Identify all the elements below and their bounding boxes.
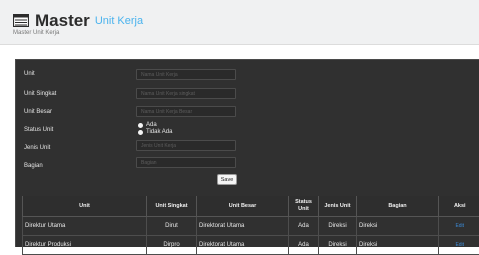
cell-aksi: Edit xyxy=(439,217,479,236)
column-header-unit-besar: Unit Besar xyxy=(197,196,289,217)
column-header-aksi: Aksi xyxy=(439,196,479,217)
edit-link[interactable]: Edit xyxy=(441,223,479,229)
page-title: Master xyxy=(35,12,90,29)
unit-kerja-form-panel: Unit Nama Unit Kerja Unit Singkat Nama U… xyxy=(15,59,479,247)
cell-bagian: Direksi xyxy=(357,217,439,236)
unit-besar-input[interactable]: Nama Unit Kerja Besar xyxy=(136,106,236,117)
column-header-unit-singkat: Unit Singkat xyxy=(147,196,197,217)
cell-jenis-unit: Direksi xyxy=(319,236,357,255)
cell-unit: Direktur Produksi xyxy=(23,236,147,255)
table-icon xyxy=(13,14,29,27)
cell-status-unit: Ada xyxy=(289,236,319,255)
table-header-row: Unit Unit Singkat Unit Besar Status Unit… xyxy=(23,196,479,217)
page-subtitle: Unit Kerja xyxy=(95,13,143,30)
cell-aksi: Edit xyxy=(439,236,479,255)
cell-unit-besar: Direktorat Utama xyxy=(197,236,289,255)
unit-singkat-label: Unit Singkat xyxy=(24,91,56,97)
table-row: Direktur Utama Dirut Direktorat Utama Ad… xyxy=(23,217,479,236)
cell-unit-singkat: Dirpro xyxy=(147,236,197,255)
cell-unit-besar: Direktorat Utama xyxy=(197,217,289,236)
status-unit-label: Status Unit xyxy=(24,127,53,133)
jenis-unit-label: Jenis Unit xyxy=(24,145,50,151)
column-header-unit: Unit xyxy=(23,196,147,217)
cell-unit: Direktur Utama xyxy=(23,217,147,236)
status-ada-radio[interactable]: Ada xyxy=(138,122,157,128)
jenis-unit-input[interactable]: Jenis Unit Kerja xyxy=(136,140,236,151)
unit-label: Unit xyxy=(24,71,35,77)
radio-icon xyxy=(138,123,143,128)
unit-singkat-input[interactable]: Nama Unit Kerja singkat xyxy=(136,88,236,99)
table-row: Direktur Produksi Dirpro Direktorat Utam… xyxy=(23,236,479,255)
bagian-input[interactable]: Bagian xyxy=(136,157,236,168)
column-header-status-unit: Status Unit xyxy=(289,196,319,217)
cell-unit-singkat: Dirut xyxy=(147,217,197,236)
unit-besar-label: Unit Besar xyxy=(24,109,52,115)
bagian-label: Bagian xyxy=(24,163,43,169)
title-row: Master Unit Kerja xyxy=(13,11,143,30)
cell-bagian: Direksi xyxy=(357,236,439,255)
cell-status-unit: Ada xyxy=(289,217,319,236)
status-tidak-ada-label: Tidak Ada xyxy=(146,129,172,135)
save-button[interactable]: Save xyxy=(217,174,237,185)
unit-input[interactable]: Nama Unit Kerja xyxy=(136,69,236,80)
column-header-jenis-unit: Jenis Unit xyxy=(319,196,357,217)
status-tidak-ada-radio[interactable]: Tidak Ada xyxy=(138,129,172,135)
unit-kerja-table: Unit Unit Singkat Unit Besar Status Unit… xyxy=(22,196,479,255)
radio-icon xyxy=(138,130,143,135)
breadcrumb: Master Unit Kerja xyxy=(13,30,59,36)
page-header: Master Unit Kerja Master Unit Kerja xyxy=(0,0,479,45)
status-ada-label: Ada xyxy=(146,122,157,128)
edit-link[interactable]: Edit xyxy=(441,242,479,248)
cell-jenis-unit: Direksi xyxy=(319,217,357,236)
column-header-bagian: Bagian xyxy=(357,196,439,217)
